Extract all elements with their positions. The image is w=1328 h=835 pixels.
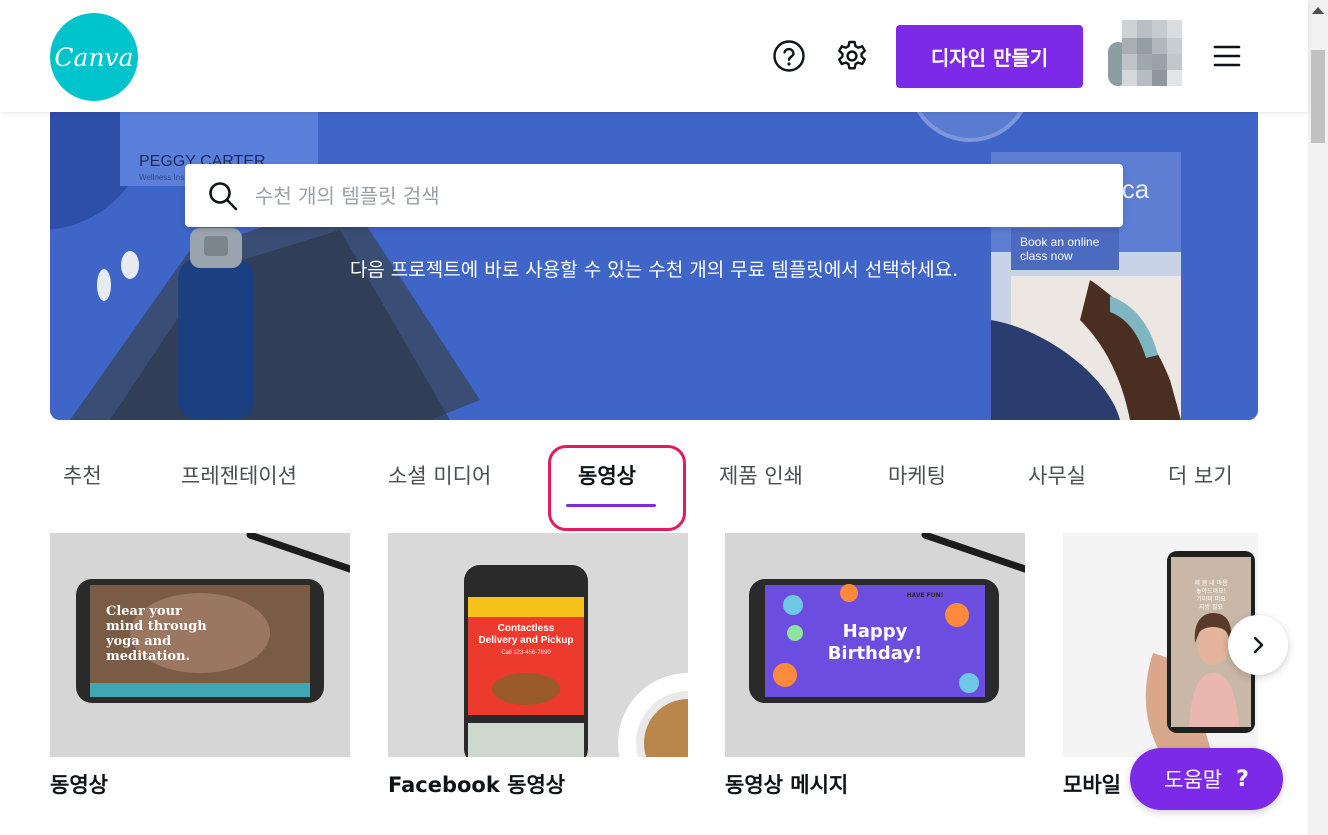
card-thumbnail: Contactless Delivery and Pickup Call 123… xyxy=(388,533,688,757)
hero-banner: PEGGY CARTER Wellness Inst... istica Boo… xyxy=(50,100,1258,420)
card-thumb-text: HAVE FUN! xyxy=(907,592,944,599)
help-icon[interactable] xyxy=(772,39,806,73)
banner-subtitle: 다음 프로젝트에 바로 사용할 수 있는 수천 개의 무료 템플릿에서 선택하세… xyxy=(349,259,959,281)
tab-recommended[interactable]: 추천 xyxy=(63,460,102,490)
card-thumbnail: Clear your mind through yoga and meditat… xyxy=(50,533,350,757)
menu-icon[interactable] xyxy=(1213,44,1241,68)
scroll-up-arrow-icon[interactable] xyxy=(1312,7,1324,14)
scroll-thumb[interactable] xyxy=(1311,50,1325,143)
card-thumb-text: mind through xyxy=(106,619,207,634)
search-input[interactable] xyxy=(255,183,1123,208)
card-thumbnail: Happy Birthday! HAVE FUN! xyxy=(725,533,1025,757)
canva-logo[interactable]: Canva xyxy=(50,13,138,101)
search-icon xyxy=(209,181,238,210)
card-thumb-text: Clear your xyxy=(106,604,182,619)
card-thumb-text: 제 몸 내 마음 xyxy=(1194,579,1228,587)
vertical-scrollbar[interactable] xyxy=(1308,0,1328,835)
top-header: Canva 디자인 만들기 xyxy=(0,0,1308,112)
gear-icon[interactable] xyxy=(835,39,869,73)
card-thumb-text: 기미미 미요 xyxy=(1196,595,1226,603)
question-mark-icon: ? xyxy=(1236,766,1249,792)
card-thumb-text: Contactless xyxy=(498,623,555,634)
card-thumb-text: Delivery and Pickup xyxy=(478,635,573,646)
card-label: 동영상 xyxy=(50,773,108,797)
card-thumb-text: Happy xyxy=(843,621,908,642)
card-thumb-text: yoga and xyxy=(105,634,171,649)
card-label: Facebook 동영상 xyxy=(388,773,566,797)
card-thumb-text: Call 123-456-7890 xyxy=(501,650,551,656)
tab-office[interactable]: 사무실 xyxy=(1028,460,1086,490)
card-label: 동영상 메시지 xyxy=(725,773,849,797)
category-tabs: 추천 프레젠테이션 소셜 미디어 동영상 제품 인쇄 마케팅 사무실 더 보기 xyxy=(50,440,1258,531)
template-card-facebook-video[interactable]: Contactless Delivery and Pickup Call 123… xyxy=(388,533,688,799)
tab-more[interactable]: 더 보기 xyxy=(1168,460,1233,490)
card-thumb-text: 놓아드려요! xyxy=(1196,587,1226,595)
help-button-label: 도움말 xyxy=(1164,768,1223,792)
carousel-next-button[interactable] xyxy=(1228,615,1288,675)
bg-card-right-line1: Book an online xyxy=(1020,235,1100,249)
card-thumb-text: Birthday! xyxy=(828,643,923,664)
template-card-video-message[interactable]: Happy Birthday! HAVE FUN! 동영상 메시지 xyxy=(725,533,1025,799)
tab-presentation[interactable]: 프레젠테이션 xyxy=(181,460,297,490)
template-carousel: Clear your mind through yoga and meditat… xyxy=(50,533,1258,835)
tab-highlight-outline xyxy=(548,445,686,531)
create-design-button[interactable]: 디자인 만들기 xyxy=(896,25,1083,88)
card-thumb-text: 지방 필요 xyxy=(1199,603,1223,611)
card-thumb-text: meditation. xyxy=(106,649,190,664)
tab-product-print[interactable]: 제품 인쇄 xyxy=(719,460,803,490)
help-floating-button[interactable]: 도움말 ? xyxy=(1130,748,1283,810)
tab-social-media[interactable]: 소셜 미디어 xyxy=(388,460,491,490)
avatar[interactable] xyxy=(1108,20,1182,86)
chevron-right-icon xyxy=(1253,636,1264,654)
page: Canva 디자인 만들기 PEGGY CARTER Wellness Inst… xyxy=(0,0,1328,835)
template-card-video[interactable]: Clear your mind through yoga and meditat… xyxy=(50,533,350,799)
tab-marketing[interactable]: 마케팅 xyxy=(888,460,946,490)
template-search-box[interactable] xyxy=(185,164,1123,227)
